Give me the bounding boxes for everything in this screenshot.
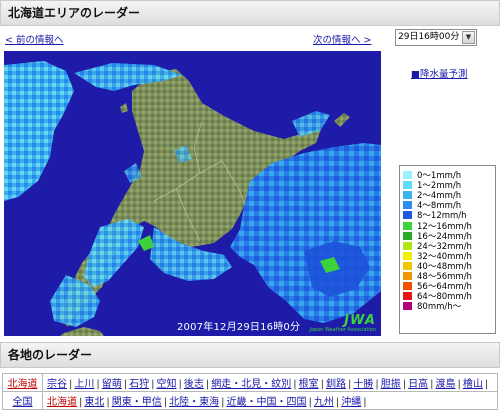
link-separator: | — [221, 397, 225, 408]
local-radar-link[interactable]: 石狩 — [129, 379, 149, 390]
local-radar-link[interactable]: 釧路 — [326, 379, 346, 390]
link-separator: | — [402, 379, 407, 390]
chevron-down-icon[interactable]: ▼ — [462, 31, 475, 44]
legend-swatch — [403, 251, 412, 260]
link-separator: | — [205, 379, 210, 390]
section-title-regional-radar: 各地のレーダー — [0, 342, 500, 368]
precipitation-legend: 0〜1mm/h 1〜2mm/h 2〜4mm/h 4〜8mm/h 8〜12mm/h 12〜1… — [399, 165, 496, 334]
legend-swatch — [403, 211, 412, 220]
local-radar-link[interactable]: 檜山 — [463, 379, 483, 390]
local-radar-table: 北海道 宗谷 | 上川 | 留萌 | 石狩 | 空知 | 後志 | 網走・北見・紋別 | 根室 | 釧路 | 十勝 |… — [2, 373, 498, 392]
prev-info-link[interactable]: < 前の情報へ — [5, 32, 63, 46]
link-separator: | — [320, 379, 324, 390]
legend-swatch — [403, 302, 412, 311]
legend-swatch — [403, 171, 412, 180]
legend-row: 80mm/h〜 — [403, 301, 495, 313]
next-info-link[interactable]: 次の情報へ > — [313, 32, 371, 46]
local-radar-link[interactable]: 渡島 — [436, 379, 456, 390]
national-radar-link[interactable]: 九州 — [314, 397, 334, 408]
national-radar-link[interactable]: 関東・甲信 — [112, 397, 162, 408]
link-separator: | — [308, 397, 312, 408]
page-title: 北海道エリアのレーダー — [0, 0, 500, 26]
link-separator: | — [163, 397, 168, 408]
local-radar-link[interactable]: 十勝 — [353, 379, 373, 390]
local-radar-link[interactable]: 上川 — [74, 379, 94, 390]
local-radar-link[interactable]: 胆振 — [381, 379, 401, 390]
time-select-value: 29日16時00分 — [398, 32, 460, 42]
legend-swatch — [403, 191, 412, 200]
national-radar-link[interactable]: 沖縄 — [341, 397, 361, 408]
legend-swatch — [403, 241, 412, 250]
link-separator: | — [348, 379, 352, 390]
radar-map: 2007年12月29日16時0分 JWA Japan Weather Assoc… — [4, 51, 381, 336]
legend-swatch — [403, 292, 412, 301]
local-radar-link[interactable]: 網走・北見・紋別 — [211, 379, 291, 390]
link-separator: | — [430, 379, 434, 390]
link-separator: | — [457, 379, 461, 390]
time-select[interactable]: 29日16時00分 ▼ — [395, 29, 477, 46]
legend-swatch — [403, 261, 412, 270]
link-separator: | — [106, 397, 110, 408]
national-radar-link[interactable]: 東北 — [84, 397, 104, 408]
link-separator: | — [79, 397, 83, 408]
link-separator: | — [178, 379, 182, 390]
national-radar-link[interactable]: 北海道 — [47, 397, 77, 408]
radar-map-image — [4, 51, 381, 336]
link-separator: | — [293, 379, 297, 390]
link-separator: | — [96, 379, 100, 390]
local-radar-link[interactable]: 日高 — [408, 379, 428, 390]
link-separator: | — [484, 379, 489, 390]
legend-swatch — [403, 271, 412, 280]
link-separator: | — [151, 379, 155, 390]
national-radar-links: 北海道 | 東北 | 関東・甲信 | 北陸・東海 | 近畿・中国・四国 | 九州 | 沖縄 | — [42, 391, 498, 410]
legend-swatch — [403, 231, 412, 240]
national-radar-link[interactable]: 近畿・中国・四国 — [227, 397, 307, 408]
link-separator: | — [375, 379, 379, 390]
local-radar-link[interactable]: 空知 — [157, 379, 177, 390]
legend-swatch — [403, 221, 412, 230]
national-radar-table: 全国 北海道 | 東北 | 関東・甲信 | 北陸・東海 | 近畿・中国・四国 | 九州 | 沖縄 | — [2, 391, 498, 410]
jwa-logo: JWA Japan Weather Association — [309, 313, 376, 333]
local-radar-link[interactable]: 宗谷 — [47, 379, 67, 390]
link-separator: | — [123, 379, 128, 390]
map-timestamp: 2007年12月29日16時0分 — [177, 322, 301, 333]
local-radar-links: 宗谷 | 上川 | 留萌 | 石狩 | 空知 | 後志 | 網走・北見・紋別 | 根室 | 釧路 | 十勝 | 胆振 | 日… — [42, 373, 498, 392]
legend-swatch — [403, 201, 412, 210]
local-radar-link[interactable]: 後志 — [184, 379, 204, 390]
legend-swatch — [403, 282, 412, 291]
link-separator: | — [363, 397, 367, 408]
legend-swatch — [403, 181, 412, 190]
link-separator: | — [69, 379, 73, 390]
national-radar-head[interactable]: 全国 — [2, 391, 43, 410]
link-separator: | — [335, 397, 340, 408]
legend-label: 80mm/h〜 — [417, 302, 462, 313]
local-radar-head[interactable]: 北海道 — [2, 373, 43, 392]
precipitation-forecast-link[interactable]: ■降水量予測 — [411, 66, 467, 80]
local-radar-link[interactable]: 留萌 — [102, 379, 122, 390]
local-radar-link[interactable]: 根室 — [299, 379, 319, 390]
national-radar-link[interactable]: 北陸・東海 — [169, 397, 219, 408]
